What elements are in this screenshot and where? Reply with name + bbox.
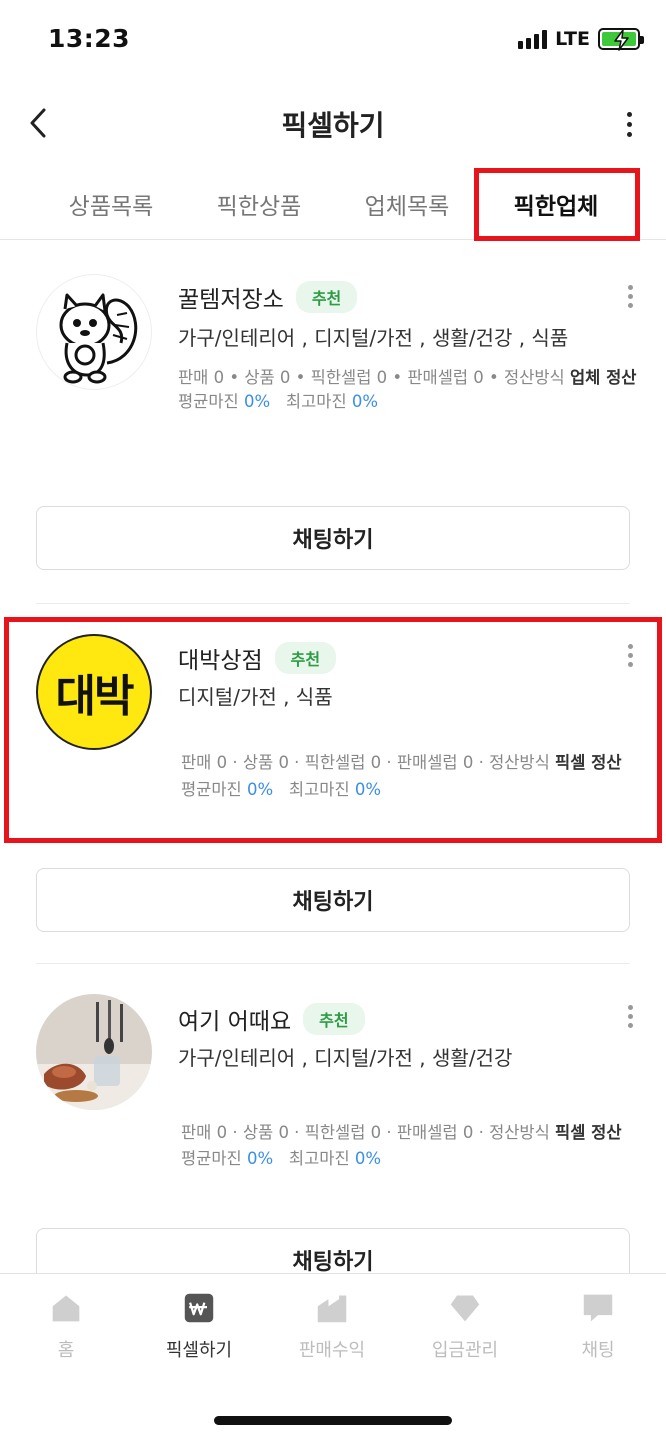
page-title: 픽셀하기 [281,109,385,142]
vendor-name[interactable]: 여기 어때요 [178,1002,291,1036]
recommend-badge: 추천 [295,281,358,313]
vendor-more-button[interactable] [620,1000,640,1032]
nav-chat[interactable]: 채팅 [543,1292,653,1362]
settlement-method: 픽셀 정산 [555,1123,622,1142]
settlement-method: 업체 정산 [570,368,637,387]
vendor-name-row: 꿀템저장소 추천 [178,280,358,314]
nav-label: 채팅 [581,1340,615,1361]
tab-vendor-list[interactable]: 업체목록 [352,168,462,240]
vendor-categories: 가구/인테리어 , 디지털/가전 , 생활/건강 , 식품 [178,326,569,350]
vendor-stats: 판매 0 • 상품 0 • 픽한셀럽 0 • 판매셀럽 0 • 정산방식 업체 … [178,368,637,387]
divider [36,603,630,604]
tab-picked-products[interactable]: 픽한상품 [204,168,314,240]
more-options-button[interactable] [614,104,644,144]
nav-deposit-management[interactable]: 입금관리 [410,1292,520,1362]
nav-pixel[interactable]: 픽셀하기 [144,1292,254,1362]
kitchen-photo-icon [36,994,152,1110]
nav-label: 홈 [57,1340,75,1361]
vendor-highlight-box [4,617,662,843]
app-header: 픽셀하기 [0,88,666,158]
tab-bar: 상품목록 픽한상품 업체목록 픽한업체 [0,168,666,241]
signal-icon [518,29,548,49]
vendor-stats: 판매 0 · 상품 0 · 픽한셀럽 0 · 판매셀럽 0 · 정산방식 픽셀 … [181,1123,622,1142]
home-indicator [214,1416,452,1425]
status-time: 13:23 [48,24,131,53]
status-bar: 13:23 LTE [0,0,666,80]
squirrel-logo-icon [36,274,152,390]
chat-button[interactable]: 채팅하기 [36,868,630,932]
recommend-badge: 추천 [303,1003,365,1035]
vendor-margins: 평균마진 0% 최고마진 0% [178,392,379,411]
bottom-navigation: 홈 픽셀하기 판매수익 입금관리 채팅 [0,1273,666,1440]
network-label: LTE [555,28,590,50]
nav-label: 픽셀하기 [165,1340,233,1361]
status-indicators: LTE [518,28,644,51]
vendor-card: 여기 어때요 추천 가구/인테리어 , 디지털/가전 , 생활/건강 판매 0 … [0,964,666,1292]
tab-highlight-box [474,168,640,241]
battery-icon [598,28,644,51]
vendor-margins: 평균마진 0% 최고마진 0% [181,1149,382,1168]
tab-product-list[interactable]: 상품목록 [56,168,166,240]
home-icon [52,1295,80,1322]
nav-home[interactable]: 홈 [11,1292,121,1362]
vendor-categories: 가구/인테리어 , 디지털/가전 , 생활/건강 [178,1046,513,1070]
chat-bubble-icon [583,1294,613,1322]
vendor-name[interactable]: 꿀템저장소 [178,280,284,314]
vendor-card: 꿀템저장소 추천 가구/인테리어 , 디지털/가전 , 생활/건강 , 식품 판… [0,240,666,615]
chat-button[interactable]: 채팅하기 [36,506,630,570]
nav-label: 판매수익 [298,1340,366,1361]
factory-icon [317,1295,347,1323]
nav-label: 입금관리 [431,1340,499,1361]
nav-sales-revenue[interactable]: 판매수익 [277,1292,387,1362]
diamond-icon [450,1295,480,1322]
vendor-name-row: 여기 어때요 추천 [178,1002,365,1036]
pixel-won-icon [184,1293,214,1323]
vendor-more-button[interactable] [620,280,640,312]
